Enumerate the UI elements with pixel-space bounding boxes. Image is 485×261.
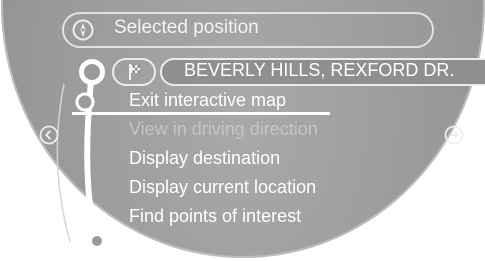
flag-icon (129, 64, 140, 80)
arrow-left-icon[interactable] (39, 125, 59, 145)
menu-item-display-current-location[interactable]: Display current location (129, 177, 316, 198)
idrive-screen: Selected position BEVERLY HILLS, REXFORD… (0, 0, 485, 261)
menu-item-find-points-of-interest[interactable]: Find points of interest (129, 206, 301, 227)
menu-item-display-destination[interactable]: Display destination (129, 148, 280, 169)
menu-item-exit-interactive-map[interactable]: Exit interactive map (129, 90, 286, 111)
arrow-right-icon[interactable] (444, 125, 464, 145)
track-end-node (88, 232, 106, 250)
selection-knob (75, 92, 95, 112)
track-start-node (79, 59, 105, 85)
selection-underline (72, 112, 330, 115)
menu-item-view-in-driving-direction: View in driving direction (129, 119, 318, 139)
destination-address: BEVERLY HILLS, REXFORD DR. (184, 60, 455, 80)
